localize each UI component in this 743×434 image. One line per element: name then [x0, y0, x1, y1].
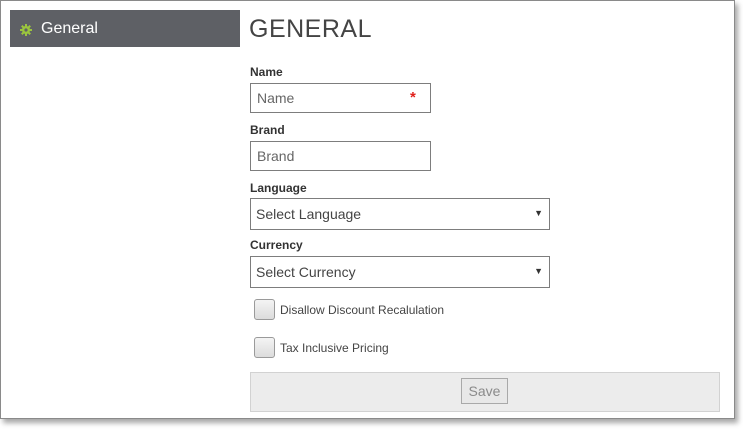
sidebar-item-general[interactable]: General [10, 10, 240, 47]
disallow-discount-label: Disallow Discount Recalulation [280, 302, 445, 317]
brand-input[interactable] [250, 141, 431, 171]
language-select-value: Select Language [256, 206, 362, 222]
page-title: GENERAL [249, 15, 372, 43]
dropdown-arrow-icon: ▼ [534, 266, 543, 276]
required-indicator: * [410, 89, 416, 106]
name-label: Name [250, 65, 283, 79]
disallow-discount-checkbox[interactable] [254, 299, 275, 320]
dropdown-arrow-icon: ▼ [534, 208, 543, 218]
brand-label: Brand [250, 123, 285, 137]
name-input[interactable] [250, 83, 431, 113]
save-button[interactable]: Save [461, 378, 508, 404]
language-label: Language [250, 181, 307, 195]
gear-icon [20, 23, 32, 36]
tax-inclusive-label: Tax Inclusive Pricing [280, 340, 389, 355]
currency-select-value: Select Currency [256, 264, 356, 280]
tax-inclusive-row: Tax Inclusive Pricing [254, 337, 389, 358]
currency-label: Currency [250, 238, 303, 252]
tax-inclusive-checkbox[interactable] [254, 337, 275, 358]
currency-select[interactable]: Select Currency ▼ [250, 256, 550, 288]
sidebar-item-label: General [41, 19, 98, 37]
disallow-discount-row: Disallow Discount Recalulation [254, 299, 444, 320]
language-select[interactable]: Select Language ▼ [250, 198, 550, 230]
